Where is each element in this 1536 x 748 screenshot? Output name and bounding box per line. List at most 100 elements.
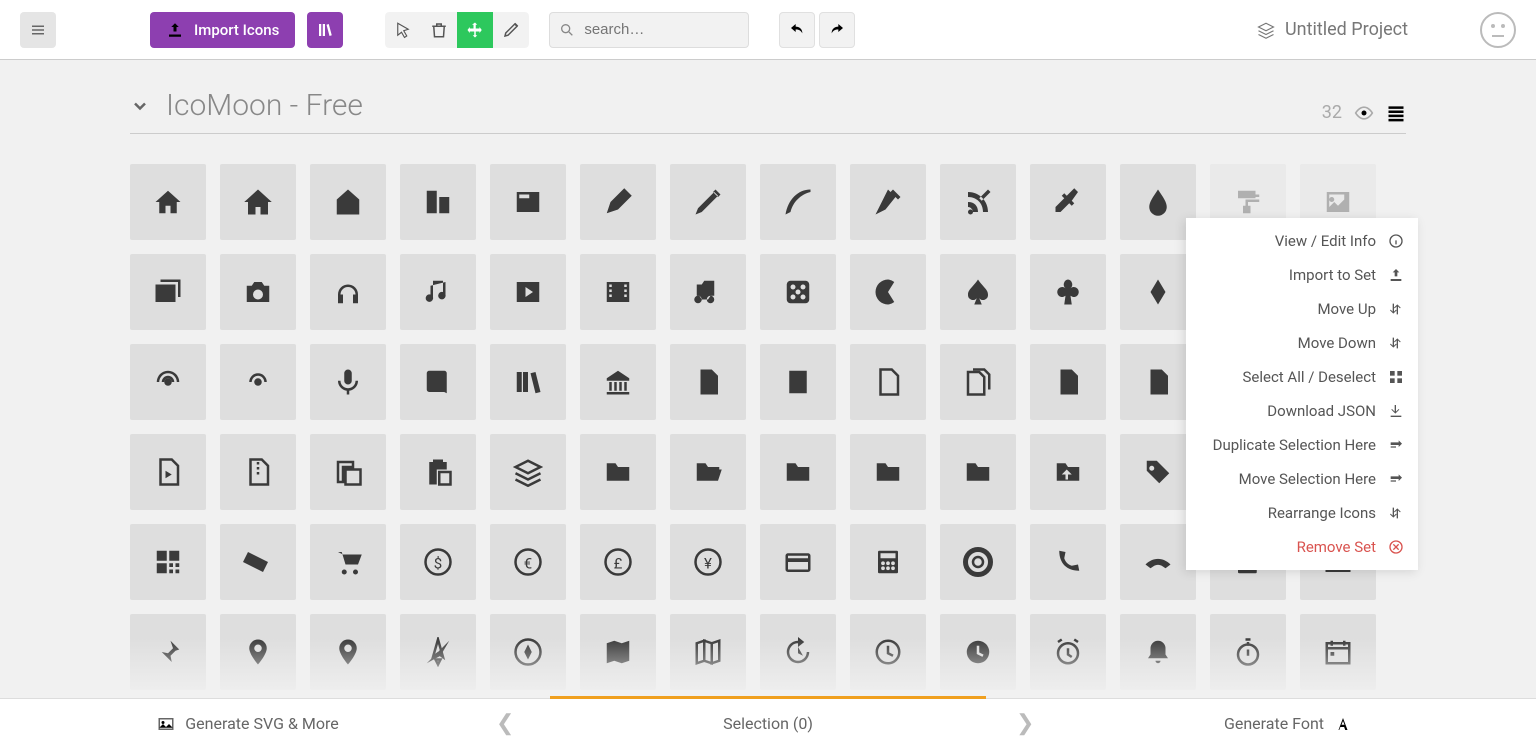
menu-download-json[interactable]: Download JSON [1186, 394, 1418, 428]
icon-tile-paste[interactable] [400, 434, 476, 510]
edit-tool[interactable] [493, 12, 529, 48]
icon-tile-home2[interactable] [220, 164, 296, 240]
icon-tile-images[interactable] [130, 254, 206, 330]
select-tool[interactable] [385, 12, 421, 48]
icon-tile-podcast[interactable] [130, 344, 206, 420]
library-button[interactable] [307, 12, 343, 48]
icon-tile-droplet[interactable] [1120, 164, 1196, 240]
icon-tile-coin-yen[interactable]: ¥ [670, 524, 746, 600]
icon-tile-calculator[interactable] [850, 524, 926, 600]
icon-tile-stack[interactable] [490, 434, 566, 510]
icon-tile-location2[interactable] [310, 614, 386, 690]
icon-tile-file-video[interactable] [130, 434, 206, 510]
icon-tile-home[interactable] [130, 164, 206, 240]
icon-tile-folder-upload[interactable] [1030, 434, 1106, 510]
icon-tile-file-text[interactable] [670, 344, 746, 420]
chevron-down-icon[interactable] [130, 96, 150, 116]
icon-tile-music[interactable] [400, 254, 476, 330]
icon-tile-newspaper[interactable] [490, 164, 566, 240]
redo-button[interactable] [819, 12, 855, 48]
icon-tile-stopwatch[interactable] [1210, 614, 1286, 690]
icon-tile-headphones[interactable] [310, 254, 386, 330]
icon-tile-book[interactable] [400, 344, 476, 420]
icon-tile-file-empty[interactable] [850, 344, 926, 420]
icon-tile-phone[interactable] [1030, 524, 1106, 600]
icon-tile-lifebuoy[interactable] [940, 524, 1016, 600]
move-tool[interactable] [457, 12, 493, 48]
icon-tile-folder-open[interactable] [670, 434, 746, 510]
menu-button[interactable] [20, 12, 56, 48]
menu-remove-set[interactable]: Remove Set [1186, 530, 1418, 564]
icon-tile-credit-card[interactable] [760, 524, 836, 600]
menu-move-selection[interactable]: Move Selection Here [1186, 462, 1418, 496]
icon-tile-coin-pound[interactable]: £ [580, 524, 656, 600]
icon-tile-file-zip[interactable] [220, 434, 296, 510]
generate-font-tab[interactable]: Generate Font [1040, 699, 1536, 748]
icon-tile-price-tag[interactable] [1120, 434, 1196, 510]
icon-tile-alarm[interactable] [1030, 614, 1106, 690]
icon-tile-pushpin[interactable] [130, 614, 206, 690]
icon-tile-profile[interactable] [760, 344, 836, 420]
icon-tile-dice[interactable] [760, 254, 836, 330]
icon-tile-folder-minus[interactable] [850, 434, 926, 510]
icon-tile-file-picture[interactable] [1120, 344, 1196, 420]
icon-tile-folder[interactable] [580, 434, 656, 510]
generate-svg-tab[interactable]: Generate SVG & More [0, 699, 496, 748]
icon-tile-coin-euro[interactable]: € [490, 524, 566, 600]
icon-tile-clubs[interactable] [1030, 254, 1106, 330]
icon-tile-qrcode[interactable] [130, 524, 206, 600]
menu-rearrange[interactable]: Rearrange Icons [1186, 496, 1418, 530]
icon-tile-map[interactable] [580, 614, 656, 690]
icon-tile-location[interactable] [220, 614, 296, 690]
menu-view-edit-info[interactable]: View / Edit Info [1186, 224, 1418, 258]
icon-tile-play[interactable] [490, 254, 566, 330]
user-avatar[interactable] [1480, 12, 1516, 48]
icon-tile-camera[interactable] [220, 254, 296, 330]
menu-duplicate-selection[interactable]: Duplicate Selection Here [1186, 428, 1418, 462]
icon-tile-phone-hang-up[interactable] [1120, 524, 1196, 600]
icon-tile-library[interactable] [580, 344, 656, 420]
icon-tile-ticket[interactable] [220, 524, 296, 600]
icon-tile-folder-download[interactable] [940, 434, 1016, 510]
icon-tile-mic[interactable] [310, 344, 386, 420]
icon-tile-files-empty[interactable] [940, 344, 1016, 420]
icon-tile-compass[interactable] [400, 614, 476, 690]
undo-button[interactable] [779, 12, 815, 48]
menu-move-down[interactable]: Move Down [1186, 326, 1418, 360]
menu-import-to-set[interactable]: Import to Set [1186, 258, 1418, 292]
icon-tile-history[interactable] [760, 614, 836, 690]
icon-tile-pacman[interactable] [850, 254, 926, 330]
icon-tile-pencil[interactable] [580, 164, 656, 240]
icon-tile-coin-dollar[interactable]: $ [400, 524, 476, 600]
icon-tile-compass2[interactable] [490, 614, 566, 690]
icon-tile-diamonds[interactable] [1120, 254, 1196, 330]
icon-tile-quill[interactable] [760, 164, 836, 240]
icon-tile-video-camera[interactable] [670, 254, 746, 330]
delete-tool[interactable] [421, 12, 457, 48]
icon-tile-feed[interactable] [220, 344, 296, 420]
icon-tile-file-text2[interactable] [1030, 344, 1106, 420]
menu-move-up[interactable]: Move Up [1186, 292, 1418, 326]
icon-tile-bell[interactable] [1120, 614, 1196, 690]
eye-icon[interactable] [1354, 103, 1374, 123]
icon-tile-folder-plus[interactable] [760, 434, 836, 510]
icon-tile-clock[interactable] [850, 614, 926, 690]
project-selector[interactable]: Untitled Project [1257, 19, 1408, 40]
search-input[interactable] [549, 12, 749, 48]
icon-tile-map2[interactable] [670, 614, 746, 690]
icon-tile-books[interactable] [490, 344, 566, 420]
icon-tile-calendar[interactable] [1300, 614, 1376, 690]
import-icons-button[interactable]: Import Icons [150, 12, 295, 48]
set-menu-icon[interactable] [1386, 103, 1406, 123]
icon-tile-clock2[interactable] [940, 614, 1016, 690]
icon-tile-pen[interactable] [850, 164, 926, 240]
icon-tile-pencil2[interactable] [670, 164, 746, 240]
icon-tile-cart[interactable] [310, 524, 386, 600]
icon-tile-spades[interactable] [940, 254, 1016, 330]
icon-tile-eyedropper[interactable] [1030, 164, 1106, 240]
selection-tab[interactable]: Selection (0) [520, 699, 1016, 748]
icon-tile-office[interactable] [400, 164, 476, 240]
icon-tile-copy[interactable] [310, 434, 386, 510]
icon-tile-film[interactable] [580, 254, 656, 330]
menu-select-all[interactable]: Select All / Deselect [1186, 360, 1418, 394]
